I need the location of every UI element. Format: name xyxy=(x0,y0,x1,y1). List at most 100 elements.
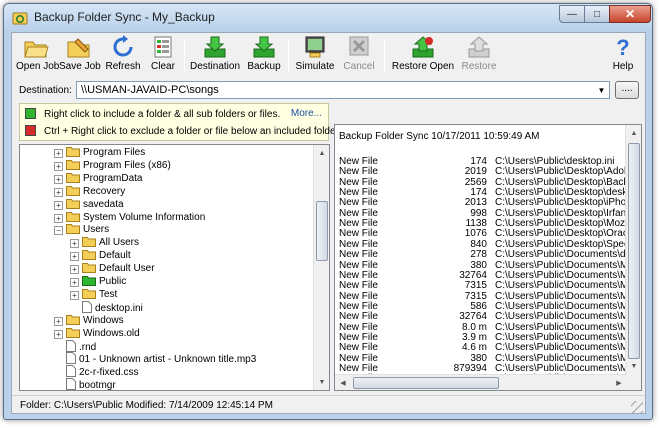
log-panel[interactable]: Backup Folder Sync 10/17/2011 10:59:49 A… xyxy=(334,124,642,391)
tree-item[interactable]: + Recovery xyxy=(54,185,125,198)
expand-icon[interactable]: + xyxy=(54,149,63,158)
tree-item[interactable]: + Default User xyxy=(70,262,155,275)
expand-icon[interactable]: + xyxy=(54,316,63,326)
expand-icon[interactable]: + xyxy=(70,290,79,300)
restore-button[interactable]: Restore xyxy=(458,35,500,77)
clear-label: Clear xyxy=(151,61,175,72)
minimize-icon: — xyxy=(567,8,577,20)
restore-open-button[interactable]: Restore Open xyxy=(390,35,456,77)
help-button[interactable]: ? Help xyxy=(608,35,638,77)
tree-item[interactable]: + savedata xyxy=(54,198,124,211)
help-label: Help xyxy=(612,61,634,72)
folder-icon xyxy=(66,211,80,222)
tree-item[interactable]: + System Volume Information xyxy=(54,211,205,224)
folder-icon xyxy=(66,185,80,196)
tree-item[interactable]: 01 - Unknown artist - Unknown title.mp3 xyxy=(54,352,256,365)
tree-item-label: Program Files (x86) xyxy=(83,159,171,171)
browse-button[interactable]: .... xyxy=(615,81,639,99)
expand-icon[interactable]: + xyxy=(70,252,79,262)
folder-icon xyxy=(66,147,80,157)
expand-icon[interactable]: + xyxy=(54,161,63,171)
tree-item-label: All Users xyxy=(99,237,140,249)
restore-open-label: Restore Open xyxy=(391,61,455,72)
expand-icon[interactable]: + xyxy=(70,265,79,275)
tree-item[interactable]: + Test xyxy=(70,288,117,301)
simulate-button[interactable]: Simulate xyxy=(293,35,337,77)
svg-text:?: ? xyxy=(616,35,629,59)
tree-item-label: savedata xyxy=(83,198,124,210)
clear-button[interactable]: Clear xyxy=(147,35,179,77)
tree-item[interactable]: desktop.ini xyxy=(70,300,143,314)
scroll-down-icon[interactable]: ▼ xyxy=(626,358,641,374)
maximize-button[interactable]: □ xyxy=(584,5,610,23)
cancel-button[interactable]: Cancel xyxy=(340,35,378,77)
expand-icon[interactable]: + xyxy=(54,329,63,339)
scroll-right-icon[interactable]: ▶ xyxy=(611,375,627,390)
window-title: Backup Folder Sync - My_Backup xyxy=(34,10,215,24)
collapse-icon[interactable]: − xyxy=(54,226,63,236)
more-link[interactable]: More... xyxy=(291,108,322,119)
scroll-up-icon[interactable]: ▲ xyxy=(314,145,329,161)
tree-item[interactable]: + Program Files xyxy=(54,146,145,159)
destination-combobox[interactable]: \\USMAN-JAVAID-PC\songs ▼ xyxy=(76,81,610,99)
tree-item[interactable]: + Windows xyxy=(54,314,124,327)
tree-item[interactable]: + Program Files (x86) xyxy=(54,159,171,172)
refresh-button[interactable]: Refresh xyxy=(104,35,142,77)
tree-item[interactable]: + Default xyxy=(70,249,131,262)
simulate-monitor-icon xyxy=(305,36,325,58)
scroll-left-icon[interactable]: ◀ xyxy=(335,375,351,390)
open-job-label: Open Job xyxy=(16,61,60,72)
tree-vertical-scrollbar[interactable]: ▲ ▼ xyxy=(313,145,329,390)
tree-item-label: Program Files xyxy=(83,147,146,158)
log-vertical-scrollbar[interactable]: ▲ ▼ xyxy=(625,125,641,390)
save-job-button[interactable]: Save Job xyxy=(59,35,101,77)
folder-icon xyxy=(66,224,80,235)
expand-icon[interactable]: + xyxy=(70,239,79,249)
folder-icon xyxy=(82,237,96,248)
tree-item[interactable]: + All Users xyxy=(70,236,139,249)
destination-label: Destination xyxy=(189,61,241,72)
restore-icon xyxy=(468,36,490,58)
tree-item[interactable]: .rnd xyxy=(54,339,96,353)
expand-icon[interactable]: + xyxy=(54,213,63,223)
scroll-thumb[interactable] xyxy=(628,143,640,359)
backup-button[interactable]: Backup xyxy=(244,35,284,77)
expand-icon[interactable]: + xyxy=(70,278,79,287)
destination-field-label: Destination: xyxy=(19,85,72,96)
tree-item-label: Default User xyxy=(99,263,155,275)
tree-item[interactable]: 2c-r-fixed.css xyxy=(54,365,138,378)
close-button[interactable]: ✕ xyxy=(609,5,651,23)
expand-icon[interactable]: + xyxy=(54,187,63,197)
resize-grip-icon[interactable] xyxy=(631,401,643,413)
file-icon xyxy=(66,378,76,390)
scroll-up-icon[interactable]: ▲ xyxy=(626,125,641,141)
tree-item-label: desktop.ini xyxy=(95,302,143,314)
folder-icon xyxy=(82,263,96,274)
scroll-thumb[interactable] xyxy=(353,377,499,389)
minimize-button[interactable]: — xyxy=(559,5,585,23)
tree-item[interactable]: + ProgramData xyxy=(54,172,142,185)
expand-icon[interactable]: + xyxy=(54,174,63,184)
tree-item[interactable]: − Users xyxy=(54,223,109,236)
tree-item[interactable]: bootmgr xyxy=(54,378,116,390)
expand-icon[interactable]: + xyxy=(54,200,63,210)
destination-button[interactable]: Destination xyxy=(188,35,242,77)
tree-item-label: ProgramData xyxy=(83,172,143,184)
title-bar[interactable]: Backup Folder Sync - My_Backup — □ ✕ xyxy=(4,4,652,31)
chevron-down-icon[interactable]: ▼ xyxy=(594,82,609,98)
toolbar-separator xyxy=(288,39,289,73)
simulate-label: Simulate xyxy=(295,61,335,72)
scroll-thumb[interactable] xyxy=(316,201,328,261)
folder-tree[interactable]: + Program Files + Program Files (x86) + Progr… xyxy=(19,144,330,391)
toolbar: Open Job Save Job Refresh Clear Destinat… xyxy=(12,33,645,79)
restore-label: Restore xyxy=(461,61,497,72)
scroll-down-icon[interactable]: ▼ xyxy=(314,374,329,390)
tree-item[interactable]: + Windows.old xyxy=(54,327,140,340)
log-horizontal-scrollbar[interactable]: ◀ ▶ xyxy=(335,374,627,390)
open-job-button[interactable]: Open Job xyxy=(16,35,60,77)
folder-icon xyxy=(66,172,80,183)
tree-item[interactable]: + Public xyxy=(70,275,126,288)
destination-value: \\USMAN-JAVAID-PC\songs xyxy=(81,84,219,96)
